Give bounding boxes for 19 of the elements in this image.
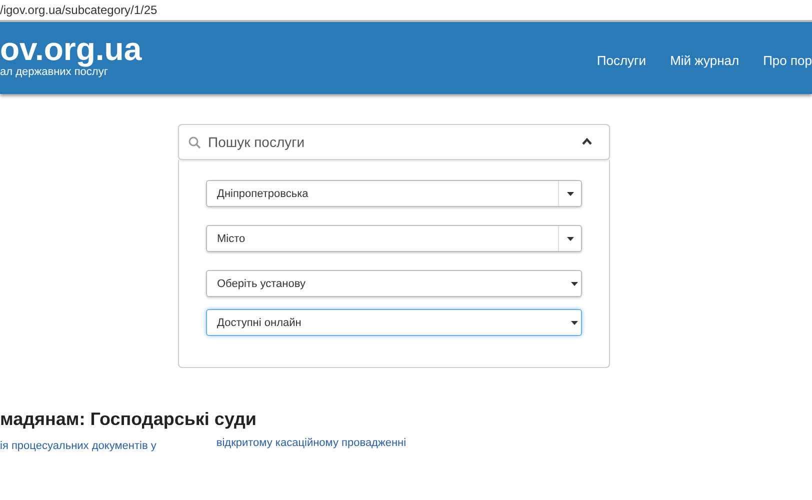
dropdown-arrow-icon — [570, 282, 578, 286]
section-heading: мадянам: Господарські суди — [0, 408, 258, 430]
nav-link[interactable]: Про пор — [763, 52, 812, 68]
service-link[interactable]: ія процесуальних документів у — [0, 440, 156, 452]
dropdown[interactable]: Дніпропетровська — [206, 180, 582, 207]
site-subtitle: ал державних послуг — [0, 66, 108, 78]
dropdown-arrow-icon — [566, 192, 574, 196]
dropdown[interactable]: Місто — [206, 225, 582, 252]
search-field[interactable]: Пошук послуги — [178, 124, 610, 160]
nav-link[interactable]: Послуги — [596, 52, 646, 68]
address-url[interactable]: /igov.org.ua/subcategory/1/25 — [0, 3, 158, 17]
dropdown-arrow-icon — [566, 236, 574, 240]
service-link[interactable]: відкритому касаційному провадженні — [216, 437, 406, 452]
dropdown[interactable]: Оберіть установу — [206, 270, 582, 297]
site-logo[interactable]: ov.org.ua — [0, 32, 142, 66]
nav-link[interactable]: Мій журнал — [670, 52, 740, 68]
dropdown-arrow-icon — [570, 320, 578, 324]
chevron-icon[interactable] — [582, 138, 592, 145]
dropdown[interactable]: Доступні онлайн — [206, 309, 582, 336]
